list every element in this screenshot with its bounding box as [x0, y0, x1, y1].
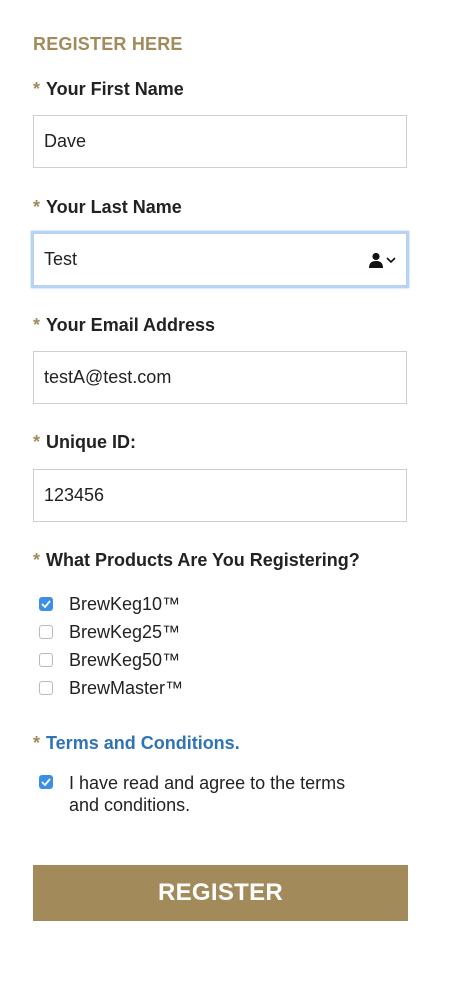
terms-link[interactable]: Terms and Conditions. [46, 733, 240, 753]
required-marker: * [33, 315, 41, 335]
email-field-wrapper [33, 351, 407, 404]
products-label-text: What Products Are You Registering? [46, 550, 360, 570]
chevron-down-icon [386, 256, 396, 263]
checkbox-checked[interactable] [39, 597, 53, 611]
register-button[interactable]: REGISTER [33, 865, 408, 921]
first-name-label-text: Your First Name [46, 79, 184, 99]
products-checklist: BrewKeg10™ BrewKeg25™ BrewKeg50™ BrewMas… [39, 590, 183, 702]
unique-id-field-wrapper [33, 469, 407, 522]
checkmark-icon [41, 778, 51, 786]
product-option-label: BrewMaster™ [69, 677, 184, 698]
product-option-label: BrewKeg50™ [69, 649, 181, 670]
required-marker: * [33, 733, 41, 753]
terms-label: * Terms and Conditions. [33, 733, 240, 754]
email-label: * Your Email Address [33, 315, 215, 336]
checkbox-unchecked[interactable] [39, 625, 53, 639]
last-name-label: * Your Last Name [33, 197, 182, 218]
person-icon [369, 252, 383, 268]
form-heading: REGISTER HERE [33, 34, 183, 54]
agree-label: I have read and agree to the terms and c… [69, 773, 346, 815]
product-option-label: BrewKeg25™ [69, 621, 181, 642]
agree-checkbox[interactable] [39, 775, 53, 789]
email-label-text: Your Email Address [46, 315, 216, 335]
last-name-input[interactable] [44, 249, 362, 270]
first-name-label: * Your First Name [33, 79, 184, 100]
product-option-brewkeg10[interactable]: BrewKeg10™ [39, 590, 183, 618]
checkbox-unchecked[interactable] [39, 653, 53, 667]
first-name-input[interactable] [44, 131, 396, 152]
product-option-label: BrewKeg10™ [69, 593, 181, 614]
last-name-field-wrapper [31, 231, 409, 288]
unique-id-label-text: Unique ID: [46, 432, 137, 452]
checkmark-icon [41, 600, 51, 608]
first-name-field-wrapper [33, 115, 407, 168]
agree-terms-row[interactable]: I have read and agree to the terms and c… [39, 772, 379, 816]
last-name-label-text: Your Last Name [46, 197, 182, 217]
checkbox-unchecked[interactable] [39, 681, 53, 695]
product-option-brewkeg50[interactable]: BrewKeg50™ [39, 646, 183, 674]
required-marker: * [33, 550, 41, 570]
unique-id-label: * Unique ID: [33, 432, 136, 453]
products-label: * What Products Are You Registering? [33, 550, 360, 571]
product-option-brewkeg25[interactable]: BrewKeg25™ [39, 618, 183, 646]
required-marker: * [33, 79, 41, 99]
required-marker: * [33, 197, 41, 217]
unique-id-input[interactable] [44, 485, 396, 506]
email-input[interactable] [44, 367, 396, 388]
required-marker: * [33, 432, 41, 452]
product-option-brewmaster[interactable]: BrewMaster™ [39, 674, 183, 702]
contact-autofill-icon[interactable] [368, 252, 396, 268]
